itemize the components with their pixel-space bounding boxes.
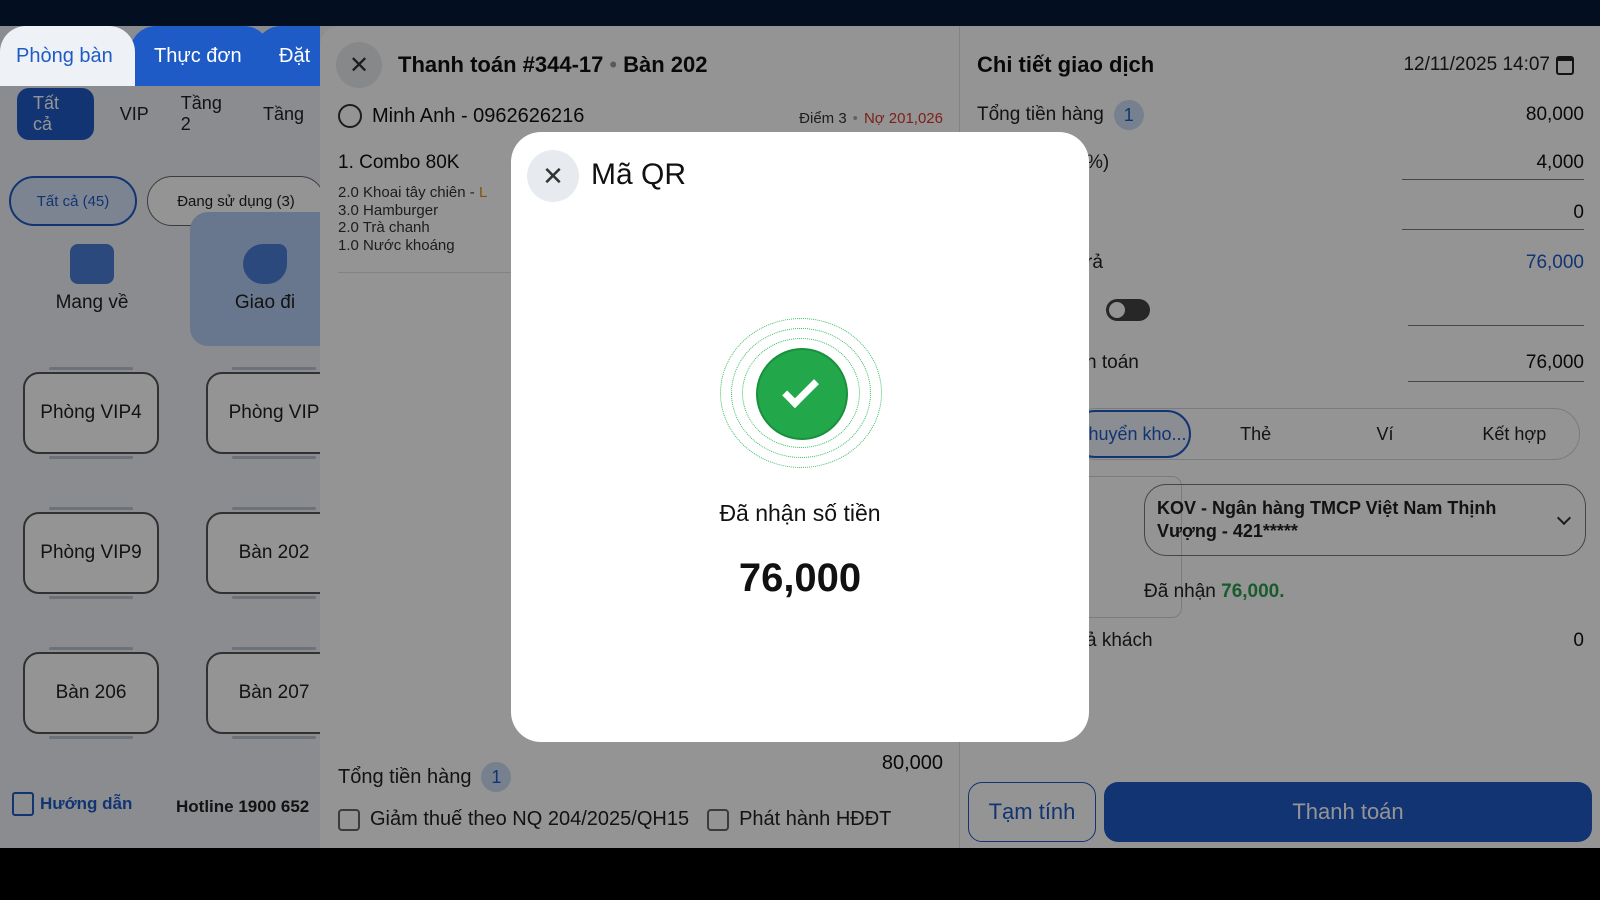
tab-thuc-don[interactable]: Thực đơn	[130, 26, 270, 86]
checkmark-icon	[782, 371, 819, 409]
tab-phong-ban[interactable]: Phòng bàn	[0, 26, 135, 86]
main-tabs: Phòng bàn Thực đơn Đặt	[0, 26, 320, 86]
close-icon: ✕	[542, 160, 564, 191]
close-modal-button[interactable]: ✕	[527, 150, 579, 202]
received-amount-value: 76,000	[738, 556, 862, 600]
navigation-bar	[0, 848, 1600, 900]
modal-title: Mã QR	[591, 158, 687, 191]
received-amount-label: Đã nhận số tiền	[719, 500, 881, 526]
qr-modal: ✕ Mã QR Đã nhận số tiền 76,000	[511, 132, 1089, 742]
success-check-icon	[758, 350, 846, 438]
success-indicator	[720, 318, 882, 468]
